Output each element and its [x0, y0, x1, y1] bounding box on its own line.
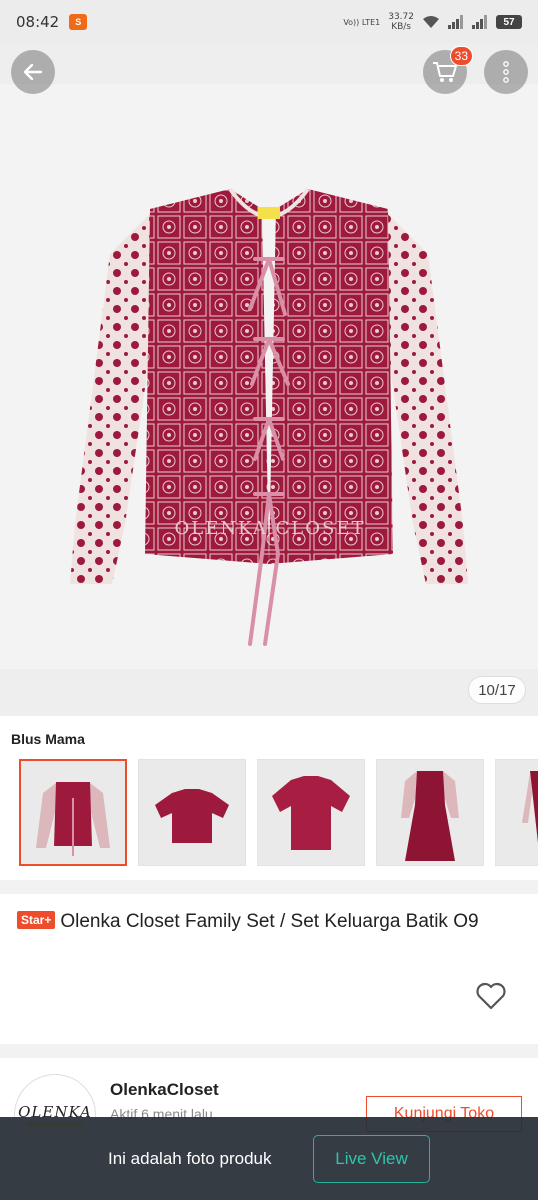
star-plus-badge: Star+ — [17, 911, 56, 929]
signal-icon-2 — [472, 15, 487, 29]
live-view-banner: Ini adalah foto produk Live View — [0, 1117, 538, 1200]
product-title-text: Olenka Closet Family Set / Set Keluarga … — [60, 911, 479, 932]
shop-name[interactable]: OlenkaCloset — [110, 1080, 219, 1100]
batik-blouse-image: OLENKA CLOSET — [70, 187, 468, 646]
status-icons: Vo)) LTE1 33.72 KB/s 57 — [343, 12, 522, 32]
notification-app-icon: S — [69, 14, 88, 30]
banner-message: Ini adalah foto produk — [108, 1149, 272, 1168]
wifi-icon — [423, 16, 439, 28]
arrow-left-icon — [23, 63, 43, 81]
watermark-text: OLENKA CLOSET — [175, 518, 366, 539]
battery-icon: 57 — [496, 15, 522, 29]
shirt-thumbnail-image — [272, 775, 350, 850]
status-time: 08:42 — [16, 13, 60, 31]
live-view-button[interactable]: Live View — [313, 1135, 430, 1183]
variation-section: Blus Mama — [0, 716, 538, 880]
signal-icon — [448, 15, 463, 29]
product-page: 08:42 S Vo)) LTE1 33.72 KB/s 57 OLENKA C… — [0, 0, 538, 1200]
thumbnail-dress-partial[interactable] — [495, 759, 538, 866]
network-speed: 33.72 KB/s — [388, 12, 414, 32]
favorite-button[interactable] — [475, 982, 507, 1015]
product-image-gallery[interactable]: OLENKA CLOSET 33 10/17 — [0, 44, 538, 716]
thumbnail-boy-shirt[interactable] — [138, 759, 246, 866]
thumbnail-men-shirt[interactable] — [257, 759, 365, 866]
back-button[interactable] — [11, 50, 55, 94]
image-counter: 10/17 — [468, 676, 526, 704]
variation-title: Blus Mama — [11, 731, 85, 747]
network-type: Vo)) LTE1 — [343, 17, 381, 27]
thumbnail-girl-dress[interactable] — [376, 759, 484, 866]
dress-thumbnail-image — [522, 770, 538, 843]
shirt-thumbnail-image — [155, 788, 229, 843]
product-photo[interactable]: OLENKA CLOSET — [0, 84, 538, 669]
product-title: Star+ Olenka Closet Family Set / Set Kelu… — [17, 908, 522, 936]
dress-thumbnail-image — [401, 770, 459, 861]
heart-icon — [476, 982, 506, 1010]
cart-button[interactable]: 33 — [423, 46, 473, 94]
more-vertical-icon — [503, 61, 509, 83]
status-bar: 08:42 S Vo)) LTE1 33.72 KB/s 57 — [0, 0, 538, 44]
product-title-section: Star+ Olenka Closet Family Set / Set Kelu… — [0, 894, 538, 1044]
cart-count-badge: 33 — [449, 46, 473, 66]
thumbnail-blouse-mama[interactable] — [19, 759, 127, 866]
more-options-button[interactable] — [484, 50, 528, 94]
variation-thumbnails — [19, 759, 538, 866]
blouse-thumbnail-image — [36, 781, 110, 856]
